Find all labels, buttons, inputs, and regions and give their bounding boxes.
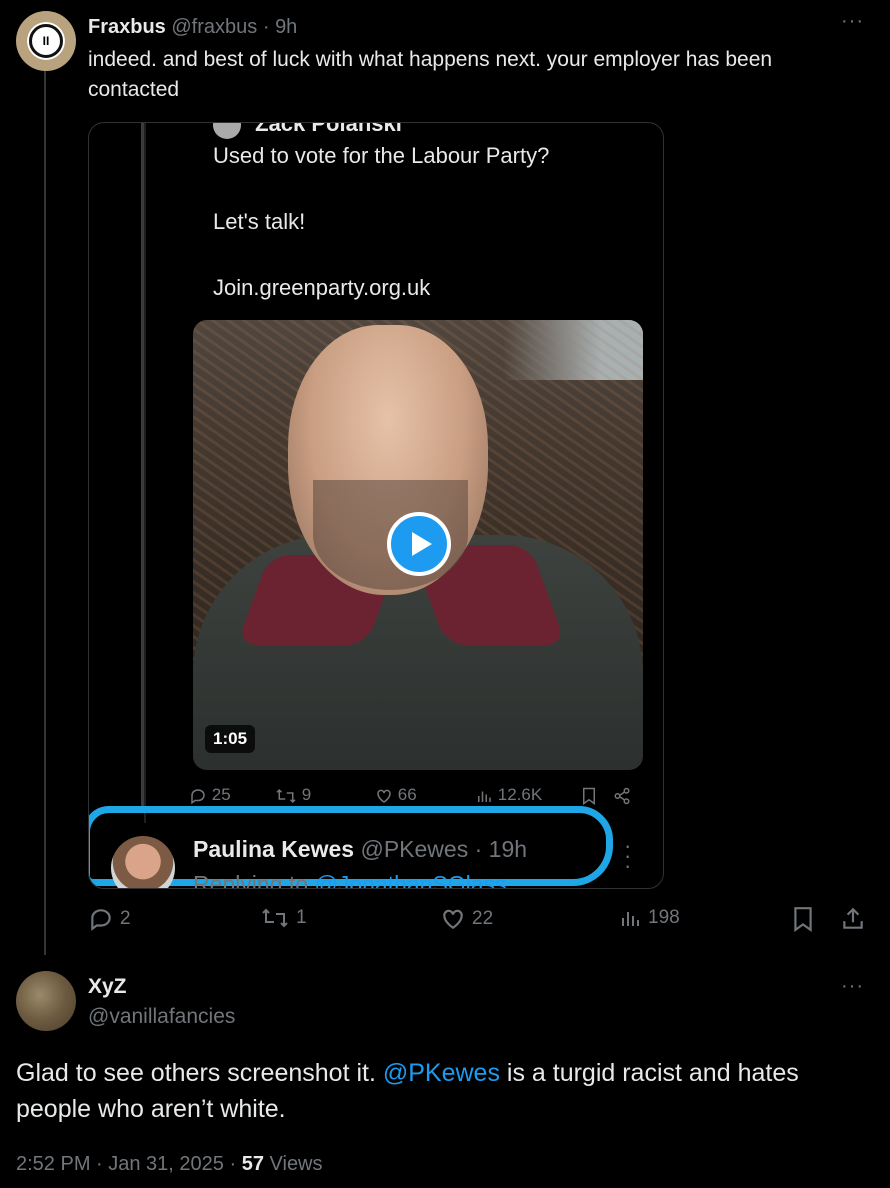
focused-tweet: XyZ @vanillafancies ··· Glad to see othe… xyxy=(0,955,890,1188)
tweet-header: Fraxbus @fraxbus · 9h xyxy=(88,15,297,39)
bookmark-button[interactable] xyxy=(792,906,814,932)
quoted-text-line: Join.greenparty.org.uk xyxy=(213,275,431,300)
avatar[interactable]: II xyxy=(16,11,76,71)
mention-link[interactable]: @PKewes xyxy=(383,1059,500,1087)
avatar[interactable] xyxy=(16,971,76,1031)
quoted-header-cropped: Zack Polanski xyxy=(213,123,402,140)
video-thumbnail[interactable]: 1:05 xyxy=(193,320,643,770)
reply-icon xyxy=(191,788,205,804)
quoted-text-line: Let's talk! xyxy=(213,209,306,234)
play-button-icon[interactable] xyxy=(387,512,451,576)
like-count: 66 xyxy=(375,785,417,805)
thread-line xyxy=(44,70,46,955)
views-label: Views xyxy=(269,1153,323,1175)
bookmark-icon xyxy=(794,907,812,932)
thread-line xyxy=(144,123,146,823)
timestamp[interactable]: 9h xyxy=(275,16,297,38)
embedded-reply-header: Paulina Kewes @PKewes · 19h xyxy=(193,836,528,862)
view-count: 12.6K xyxy=(475,785,542,805)
timestamp[interactable]: 2:52 PM · Jan 31, 2025 xyxy=(16,1153,224,1175)
replying-to-line: Replying to @JonathanSGlass xyxy=(193,871,507,889)
view-count: 198 xyxy=(648,907,680,928)
tweet-text: indeed. and best of luck with what happe… xyxy=(88,48,773,101)
action-bar: 2 1 22 198 xyxy=(88,906,878,936)
bookmark-icon xyxy=(581,785,597,805)
heart-icon xyxy=(443,909,463,929)
like-button[interactable]: 22 xyxy=(440,906,493,932)
repost-count: 9 xyxy=(275,785,311,805)
views-button[interactable]: 198 xyxy=(618,906,680,930)
user-handle[interactable]: @fraxbus xyxy=(171,16,257,38)
tweet-text: Glad to see others screenshot it. @PKewe… xyxy=(16,1059,799,1123)
share-icon xyxy=(613,785,631,805)
reply-count: 2 xyxy=(120,908,131,929)
share-icon xyxy=(843,907,863,929)
video-duration: 1:05 xyxy=(205,725,256,753)
views-icon xyxy=(478,791,491,802)
reply-count: 25 xyxy=(189,785,231,805)
repost-icon xyxy=(262,908,288,928)
more-options-icon: · · · xyxy=(624,833,632,878)
repost-button[interactable]: 1 xyxy=(260,906,307,930)
avatar xyxy=(213,123,241,140)
repost-count: 1 xyxy=(296,907,307,928)
reply-button[interactable]: 2 xyxy=(88,906,131,932)
share-button[interactable] xyxy=(840,906,866,932)
user-handle[interactable]: @vanillafancies xyxy=(88,1005,235,1029)
reply-icon xyxy=(91,909,111,931)
attached-screenshot[interactable]: Zack Polanski Used to vote for the Labou… xyxy=(88,122,664,889)
display-name[interactable]: XyZ xyxy=(88,975,127,999)
more-options-icon[interactable]: ··· xyxy=(841,975,864,998)
like-count: 22 xyxy=(472,908,494,929)
quoted-text-line: Used to vote for the Labour Party? xyxy=(213,143,550,168)
separator: · xyxy=(262,16,270,38)
tweet-meta: 2:52 PM · Jan 31, 2025 · 57 Views xyxy=(16,1153,323,1175)
more-options-icon[interactable]: ··· xyxy=(841,10,864,33)
display-name[interactable]: Fraxbus xyxy=(88,16,166,38)
views-icon xyxy=(622,912,639,926)
view-count: 57 xyxy=(241,1153,264,1175)
heart-icon xyxy=(377,789,391,803)
reply-tweet[interactable]: II Fraxbus @fraxbus · 9h ··· indeed. and… xyxy=(0,0,890,955)
repost-icon xyxy=(276,788,296,803)
pause-icon: II xyxy=(29,24,63,58)
